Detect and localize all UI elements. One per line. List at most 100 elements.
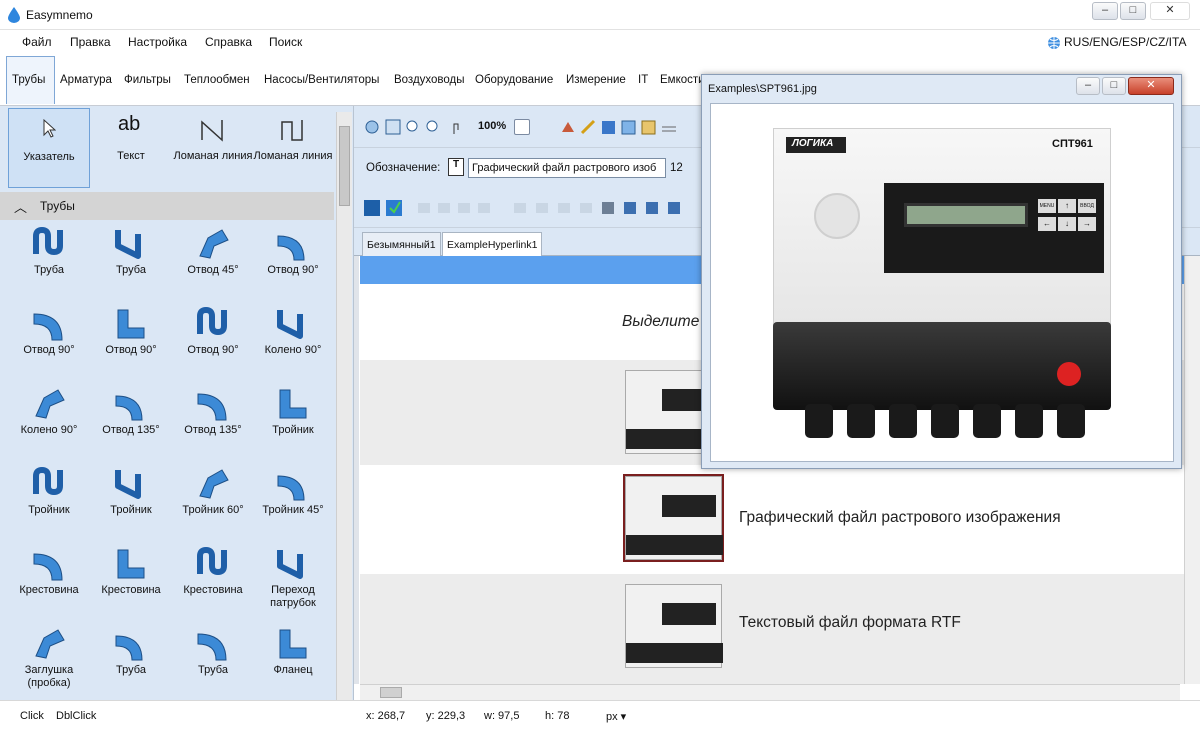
tab-pumps-fans[interactable]: Насосы/Вентиляторы (264, 74, 379, 86)
palette-item[interactable]: Труба (90, 626, 172, 677)
tab-fittings[interactable]: Арматура (60, 74, 112, 86)
tab-document-unnamed[interactable]: Безымянный1 (362, 232, 441, 256)
tool-polyline[interactable]: Ломаная линия (172, 108, 254, 188)
palette-item[interactable]: Отвод 135° (90, 386, 172, 437)
pipe-element-icon (199, 229, 229, 259)
pipe-element-icon (197, 546, 227, 576)
text-tool-icon: ab (118, 113, 141, 135)
palette-item-label: Труба (116, 664, 146, 676)
menu-help[interactable]: Справка (205, 35, 252, 49)
toolbar-align-icons (364, 200, 680, 216)
pipe-element-icon (277, 235, 305, 261)
text-format-icon[interactable]: T (448, 158, 464, 176)
key-left: ← (1038, 217, 1056, 231)
palette-item[interactable]: Труба (8, 226, 90, 277)
tool-label: Ломаная линия (253, 150, 333, 162)
canvas-vertical-scrollbar[interactable] (1184, 256, 1200, 684)
image-maximize-button[interactable]: □ (1102, 77, 1126, 95)
tab-it[interactable]: IT (638, 74, 648, 86)
palette-item[interactable]: Отвод 90° (172, 306, 254, 357)
palette-item[interactable]: Отвод 45° (172, 226, 254, 277)
status-bar: Click DblClick x: 268,7 y: 229,3 w: 97,5… (0, 700, 1200, 734)
scrollbar-thumb[interactable] (339, 126, 350, 206)
tab-air-ducts[interactable]: Воздуховоды (394, 74, 465, 86)
meter-thumbnail[interactable] (625, 584, 723, 668)
palette-item-label: Отвод 90° (267, 264, 319, 276)
palette-item[interactable]: Крестовина (90, 546, 172, 597)
palette-item[interactable]: Колено 90° (252, 306, 334, 357)
palette-item[interactable]: Крестовина (8, 546, 90, 597)
device-keypad: MENU ↑ ВВОД ← ↓ → (1038, 199, 1098, 239)
image-close-button[interactable]: ✕ (1128, 77, 1174, 95)
palette-item[interactable]: Переход патрубок (252, 546, 334, 610)
tool-pointer[interactable]: Указатель (8, 108, 90, 188)
palette-item[interactable]: Фланец (252, 626, 334, 677)
tab-measurement[interactable]: Измерение (566, 74, 626, 86)
pipe-element-icon (33, 226, 63, 256)
device-model: СПТ961 (1052, 138, 1093, 150)
tool-text[interactable]: ab Текст (90, 108, 172, 188)
designation-number[interactable]: 12 (670, 162, 683, 174)
tab-equipment[interactable]: Оборудование (475, 74, 553, 86)
tab-pipes[interactable]: Трубы (12, 74, 45, 86)
canvas-heading: Выделите (622, 313, 700, 330)
pipe-element-icon (197, 393, 227, 421)
seal-icon (1057, 362, 1081, 386)
palette-item[interactable]: Тройник (90, 466, 172, 517)
tool-label: Указатель (23, 151, 75, 163)
palette-item[interactable]: Отвод 90° (90, 306, 172, 357)
palette-item-label: Крестовина (101, 584, 161, 596)
language-selector[interactable]: RUS/ENG/ESP/CZ/ITA (1064, 35, 1186, 49)
palette-item[interactable]: Тройник 45° (252, 466, 334, 517)
palette-item[interactable]: Крестовина (172, 546, 254, 597)
palette-item[interactable]: Заглушка (пробка) (8, 626, 90, 690)
cable-glands (805, 404, 1085, 438)
page-icon[interactable] (514, 119, 530, 135)
palette-item[interactable]: Тройник 60° (172, 466, 254, 517)
palette-item[interactable]: Труба (90, 226, 172, 277)
tab-filters[interactable]: Фильтры (124, 74, 171, 86)
zoom-level[interactable]: 100% (478, 120, 506, 132)
unit-selector[interactable]: px ▾ (606, 710, 626, 723)
menu-search[interactable]: Поиск (269, 35, 302, 49)
pipe-element-icon (35, 629, 65, 659)
menu-settings[interactable]: Настройка (128, 35, 187, 49)
palette-item[interactable]: Колено 90° (8, 386, 90, 437)
palette-item[interactable]: Труба (172, 626, 254, 677)
group-header-pipes[interactable]: ︿ Трубы (0, 192, 334, 220)
palette-item[interactable]: Отвод 90° (252, 226, 334, 277)
palette-item-label: Тройник 60° (182, 504, 244, 516)
menu-file[interactable]: Файл (22, 35, 52, 49)
pipe-element-icon (277, 550, 303, 579)
tab-heat-exchange[interactable]: Теплообмен (184, 74, 250, 86)
palette-item-label: Тройник 45° (262, 504, 324, 516)
palette-scrollbar[interactable] (336, 112, 352, 700)
pipe-element-icon (279, 389, 307, 419)
palette-item[interactable]: Отвод 90° (8, 306, 90, 357)
maximize-button[interactable]: □ (1120, 2, 1146, 20)
palette-item-label: Тройник (28, 504, 70, 516)
tab-tanks[interactable]: Емкости (660, 74, 705, 86)
device-display-panel: MENU ↑ ВВОД ← ↓ → (884, 183, 1104, 273)
minimize-button[interactable]: – (1092, 2, 1118, 20)
device-photo: ЛОГИКА СПТ961 MENU ↑ ВВОД ← ↓ → (773, 128, 1111, 338)
palette-item-label: Отвод 135° (102, 424, 160, 436)
menu-bar: Файл Правка Настройка Справка Поиск RUS/… (0, 30, 1200, 54)
meter-thumbnail[interactable] (623, 474, 724, 562)
meter-display (662, 603, 716, 625)
pointer-icon (43, 119, 56, 138)
pipe-element-icon (197, 306, 227, 336)
image-window-title: Examples\SPT961.jpg (708, 83, 817, 95)
palette-item[interactable]: Тройник (8, 466, 90, 517)
designation-input[interactable]: Графический файл растрового изоб (468, 158, 666, 178)
palette-item[interactable]: Тройник (252, 386, 334, 437)
close-button[interactable]: ✕ (1150, 2, 1190, 20)
tool-polyline-orthogonal[interactable]: Ломаная линия (252, 108, 334, 188)
menu-edit[interactable]: Правка (70, 35, 111, 49)
image-minimize-button[interactable]: – (1076, 77, 1100, 95)
scrollbar-thumb[interactable] (380, 687, 402, 698)
tab-document-example[interactable]: ExampleHyperlink1 (442, 232, 543, 256)
palette-item[interactable]: Отвод 135° (172, 386, 254, 437)
palette-item-label: Тройник (272, 424, 314, 436)
canvas-horizontal-scrollbar[interactable] (360, 684, 1180, 700)
